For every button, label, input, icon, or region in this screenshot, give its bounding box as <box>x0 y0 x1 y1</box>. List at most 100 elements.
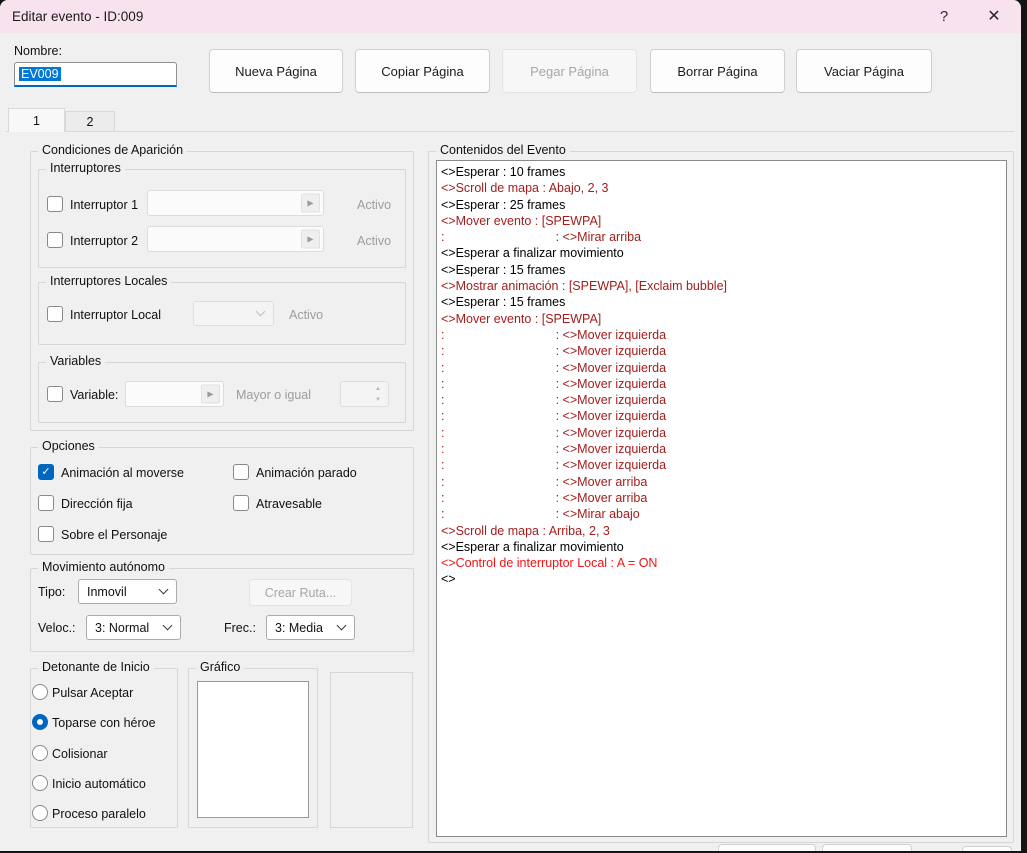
delete-page-button[interactable]: Borrar Página <box>650 49 785 93</box>
option-above-hero-checkbox[interactable] <box>38 526 54 542</box>
chevron-down-icon <box>337 620 347 630</box>
variable-value-field: ▶ <box>125 381 224 407</box>
event-command-line[interactable]: : : <>Mirar arriba <box>441 229 1002 245</box>
switch2-value-field: ▶ <box>147 226 324 252</box>
variable-amount-spinner: ▲ ▼ <box>340 381 389 407</box>
empty-side-panel <box>330 672 413 828</box>
event-command-line[interactable]: : : <>Mover izquierda <box>441 343 1002 359</box>
option-walk-animation-checkbox[interactable] <box>38 464 54 480</box>
switch1-value-field: ▶ <box>147 190 324 216</box>
clear-page-button[interactable]: Vaciar Página <box>796 49 932 93</box>
trigger-touch-hero-label: Toparse con héroe <box>52 716 156 730</box>
trigger-parallel-radio[interactable] <box>32 805 48 821</box>
trigger-autostart-radio[interactable] <box>32 775 48 791</box>
switch2-checkbox[interactable] <box>47 232 63 248</box>
switch1-label: Interruptor 1 <box>70 198 138 212</box>
event-command-line[interactable]: <>Scroll de mapa : Arriba, 2, 3 <box>441 523 1002 539</box>
event-command-line[interactable]: <>Esperar a finalizar movimiento <box>441 245 1002 261</box>
trigger-parallel-label: Proceso paralelo <box>52 807 146 821</box>
option-through-label: Atravesable <box>256 497 322 511</box>
movement-type-dropdown[interactable]: Inmovil <box>78 579 177 604</box>
window-title: Editar evento - ID:009 <box>12 0 143 33</box>
paste-page-button: Pegar Página <box>502 49 637 93</box>
event-command-line[interactable]: : : <>Mover izquierda <box>441 457 1002 473</box>
movement-freq-dropdown[interactable]: 3: Media <box>266 615 355 640</box>
footer-cancel-button[interactable] <box>822 844 912 851</box>
footer-help-button[interactable] <box>962 846 1012 851</box>
titlebar[interactable]: Editar evento - ID:009 ? ✕ <box>0 0 1021 33</box>
local-switch-checkbox[interactable] <box>47 306 63 322</box>
graphic-preview-box[interactable] <box>197 681 309 818</box>
option-step-animation-label: Animación parado <box>256 466 357 480</box>
switch2-label: Interruptor 2 <box>70 234 138 248</box>
spinner-down-icon: ▼ <box>370 394 386 405</box>
trigger-collision-label: Colisionar <box>52 747 108 761</box>
name-value: EV009 <box>19 67 61 81</box>
close-button[interactable]: ✕ <box>979 0 1009 33</box>
trigger-action-label: Pulsar Aceptar <box>52 686 133 700</box>
event-command-line[interactable]: : : <>Mover arriba <box>441 474 1002 490</box>
variable-label: Variable: <box>70 388 118 402</box>
graphic-group-title: Gráfico <box>196 660 244 674</box>
local-switch-dropdown <box>193 301 274 326</box>
switches-group: Interruptores <box>38 169 406 268</box>
switch1-active-label: Activo <box>357 198 391 212</box>
name-label: Nombre: <box>14 44 62 58</box>
tab-page-2[interactable]: 2 <box>65 111 115 132</box>
switch2-active-label: Activo <box>357 234 391 248</box>
switch2-picker-icon: ▶ <box>301 230 320 249</box>
event-command-line[interactable]: : : <>Mover izquierda <box>441 360 1002 376</box>
movement-freq-label: Frec.: <box>224 621 256 635</box>
event-command-line[interactable]: <>Esperar : 15 frames <box>441 294 1002 310</box>
variable-checkbox[interactable] <box>47 386 63 402</box>
options-group-title: Opciones <box>38 439 99 453</box>
switch1-checkbox[interactable] <box>47 196 63 212</box>
event-command-line[interactable]: <>Control de interruptor Local : A = ON <box>441 555 1002 571</box>
local-switch-label: Interruptor Local <box>70 308 161 322</box>
event-command-line[interactable]: : : <>Mirar abajo <box>441 506 1002 522</box>
trigger-collision-radio[interactable] <box>32 745 48 761</box>
event-command-line[interactable]: <>Scroll de mapa : Abajo, 2, 3 <box>441 180 1002 196</box>
copy-page-button[interactable]: Copiar Página <box>355 49 490 93</box>
event-command-line[interactable]: : : <>Mover izquierda <box>441 376 1002 392</box>
event-command-line[interactable]: <>Mostrar animación : [SPEWPA], [Exclaim… <box>441 278 1002 294</box>
create-route-button: Crear Ruta... <box>249 579 352 606</box>
event-command-line[interactable]: : : <>Mover izquierda <box>441 408 1002 424</box>
event-contents-group-title: Contenidos del Evento <box>436 143 570 157</box>
event-command-line[interactable]: <>Esperar a finalizar movimiento <box>441 539 1002 555</box>
event-command-line[interactable]: : : <>Mover izquierda <box>441 425 1002 441</box>
event-command-line[interactable]: : : <>Mover izquierda <box>441 392 1002 408</box>
event-command-line[interactable]: : : <>Mover izquierda <box>441 441 1002 457</box>
trigger-touch-hero-radio[interactable] <box>32 714 48 730</box>
option-through-checkbox[interactable] <box>233 495 249 511</box>
option-step-animation-checkbox[interactable] <box>233 464 249 480</box>
option-above-hero-label: Sobre el Personaje <box>61 528 167 542</box>
option-fixed-direction-checkbox[interactable] <box>38 495 54 511</box>
local-switches-group-title: Interruptores Locales <box>46 274 171 288</box>
event-command-line[interactable]: <>Mover evento : [SPEWPA] <box>441 213 1002 229</box>
switches-group-title: Interruptores <box>46 161 125 175</box>
event-command-line[interactable]: : : <>Mover arriba <box>441 490 1002 506</box>
name-input[interactable]: EV009 <box>14 62 177 87</box>
help-button[interactable]: ? <box>929 0 959 33</box>
trigger-action-radio[interactable] <box>32 684 48 700</box>
event-list[interactable]: <>Esperar : 10 frames<>Scroll de mapa : … <box>436 160 1007 837</box>
event-command-line[interactable]: <>Esperar : 15 frames <box>441 262 1002 278</box>
event-command-line[interactable]: <>Mover evento : [SPEWPA] <box>441 311 1002 327</box>
variable-comparison-label: Mayor o igual <box>236 388 311 402</box>
event-command-line[interactable]: <>Esperar : 25 frames <box>441 197 1002 213</box>
tab-strip-line <box>6 131 1014 132</box>
event-command-line[interactable]: <>Esperar : 10 frames <box>441 164 1002 180</box>
movement-speed-dropdown[interactable]: 3: Normal <box>86 615 181 640</box>
chevron-down-icon <box>159 584 169 594</box>
trigger-group-title: Detonante de Inicio <box>38 660 154 674</box>
variables-group-title: Variables <box>46 354 105 368</box>
tab-page-1[interactable]: 1 <box>8 108 65 132</box>
variable-picker-icon: ▶ <box>201 385 220 404</box>
event-command-line[interactable]: <> <box>441 571 1002 587</box>
footer-accept-button[interactable] <box>718 844 816 851</box>
chevron-down-icon <box>163 620 173 630</box>
switch1-picker-icon: ▶ <box>301 194 320 213</box>
new-page-button[interactable]: Nueva Página <box>209 49 343 93</box>
event-command-line[interactable]: : : <>Mover izquierda <box>441 327 1002 343</box>
